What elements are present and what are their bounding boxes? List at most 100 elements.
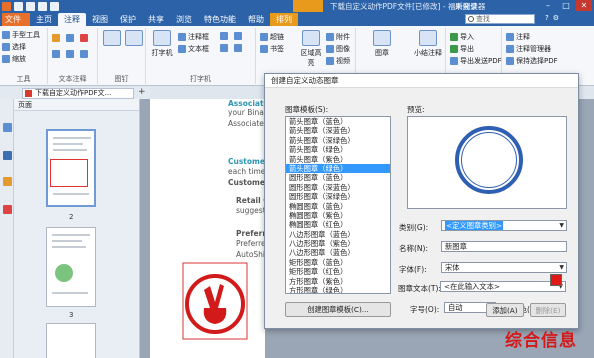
tab-browse[interactable]: 浏览 [170,13,198,26]
save-icon[interactable] [14,1,23,11]
tab-file[interactable]: 文件 [2,13,30,26]
template-list-item[interactable]: 矩形图章（蓝色） [286,258,390,267]
squiggly-icon[interactable] [52,50,60,58]
settings-icon[interactable]: ⚙ [553,14,559,22]
page-thumbnail-3[interactable] [46,227,96,307]
login-status[interactable]: 未登录 [455,1,478,12]
preview-label: 预览: [407,105,425,114]
template-list-item[interactable]: 椭圆图章（红色） [286,220,390,229]
name-field[interactable]: 新图章 [441,241,567,252]
template-list-item[interactable]: 矩形图章（红色） [286,267,390,276]
keep-selected-button[interactable]: 保持选择PDF [506,56,558,66]
attach-button[interactable]: 附件 [326,32,350,42]
size-label: 字号(O): [410,305,440,314]
template-list-item[interactable]: 方形图章（紫色） [286,277,390,286]
area-highlight-button[interactable]: 区域高亮 [300,30,322,68]
template-list-item[interactable]: 椭圆图章（蓝色） [286,202,390,211]
page-thumbnail-4[interactable] [46,323,96,358]
callout-button[interactable]: 注释框 [178,32,209,42]
sticky-summary-button[interactable]: 小结注释 [414,30,442,58]
template-list-item[interactable]: 八边形图章（蓝色） [286,230,390,239]
template-list-item[interactable]: 圆形图章（深绿色） [286,192,390,201]
tab-help[interactable]: 帮助 [242,13,270,26]
dialog-title: 创建自定义动态图章 [265,74,578,88]
stamp-template-list[interactable]: 箭头图章（蓝色） 箭头图章（深蓝色） 箭头图章（深绿色） 箭头图章（绿色） 箭头图章（紫… [285,116,391,294]
color-swatch[interactable] [550,274,562,286]
close-button[interactable]: ✕ [576,0,592,11]
shape-rect-icon[interactable] [220,32,228,40]
search-input[interactable]: 查找 [465,14,535,24]
undo-icon[interactable] [38,1,47,11]
note-button[interactable] [102,30,122,48]
template-list-item[interactable]: 圆形图章（深蓝色） [286,183,390,192]
create-template-button[interactable]: 创建图章模板(C)... [285,302,391,317]
shape-line-icon[interactable] [220,44,228,52]
bookmark-button[interactable]: 书签 [260,44,284,54]
template-list-item[interactable]: 箭头图章（紫色） [286,155,390,164]
export-button[interactable]: 导出 [450,44,474,54]
hand-tool-button[interactable]: 手型工具 [2,30,40,40]
stamp-button[interactable]: 图章 [370,30,394,58]
link-icon [260,33,268,41]
strikeout-icon[interactable] [80,34,88,42]
template-list-item[interactable]: 方形图章（绿色） [286,286,390,293]
template-list-item[interactable]: 箭头图章（蓝色） [286,117,390,126]
template-list-item[interactable]: 箭头图章（深蓝色） [286,126,390,135]
insert-text-icon[interactable] [80,50,88,58]
textbox-button[interactable]: 文本框 [178,44,209,54]
doc-text-line: Associate [228,99,269,108]
tab-view[interactable]: 视图 [86,13,114,26]
fdf-button[interactable]: 导出发送PDF [450,56,502,66]
template-list-item[interactable]: 八边形图章（蓝色） [286,248,390,257]
redo-icon[interactable] [50,1,59,11]
video-button[interactable]: 视频 [326,56,350,66]
pin-icon [125,30,143,46]
file-pin-button[interactable] [124,30,144,48]
link-button[interactable]: 超链 [260,32,284,42]
template-list-item[interactable]: 箭头图章（绿色） [286,145,390,154]
app-logo-icon[interactable] [2,1,11,11]
page-thumbnail-2[interactable] [46,129,96,207]
template-list-item[interactable]: 箭头图章（深绿色） [286,136,390,145]
victory-stamp-annotation[interactable] [182,262,248,340]
typewriter-button[interactable]: 打字机 [150,30,174,58]
summary-manager-button[interactable]: 注释管理器 [506,44,551,54]
tab-home[interactable]: 主页 [30,13,58,26]
export-icon [450,45,458,53]
tab-protect[interactable]: 保护 [114,13,142,26]
template-list-item[interactable]: 八边形图章（紫色） [286,239,390,248]
note-icon [103,30,121,46]
print-icon[interactable] [26,1,35,11]
shape-ellipse-icon[interactable] [234,32,242,40]
new-tab-button[interactable]: + [138,87,146,97]
image-button[interactable]: 图像 [326,44,350,54]
comments-panel-icon[interactable] [3,205,12,214]
category-select[interactable]: <定义图章类别> ▼ [441,220,567,231]
tab-share[interactable]: 共享 [142,13,170,26]
bookmarks-panel-icon[interactable] [3,123,12,132]
shape-cloud-icon[interactable] [234,44,242,52]
zoom-tool-button[interactable]: 缩放 [2,54,26,64]
minimize-button[interactable]: – [540,0,556,11]
template-list-item[interactable]: 椭圆图章（紫色） [286,211,390,220]
underline-icon[interactable] [66,34,74,42]
document-tab[interactable]: 下载自定义动作PDF文... [22,88,134,99]
tab-arrange[interactable]: 排列 [270,13,298,26]
replace-icon[interactable] [66,50,74,58]
highlight-icon[interactable] [52,34,60,42]
notes-button[interactable]: 注释 [506,32,530,42]
tab-comment[interactable]: 注释 [58,13,86,26]
template-list-item[interactable]: 圆形图章（蓝色） [286,173,390,182]
template-list-item[interactable]: 箭头图章（绿色） [286,163,390,174]
remove-button[interactable]: 删除(E) [530,303,566,317]
attachments-panel-icon[interactable] [3,177,12,186]
font-select[interactable]: 宋体 ▼ [441,262,567,273]
import-button[interactable]: 导入 [450,32,474,42]
stamp-text-select[interactable]: <在此输入文本> ▼ [440,281,566,292]
select-tool-button[interactable]: 选择 [2,42,26,52]
pages-panel-icon[interactable] [3,151,12,160]
tab-features[interactable]: 特色功能 [198,13,242,26]
help-icon[interactable]: ? [545,14,549,22]
add-button[interactable]: 添加(A) [486,303,524,317]
maximize-button[interactable]: □ [558,0,574,11]
